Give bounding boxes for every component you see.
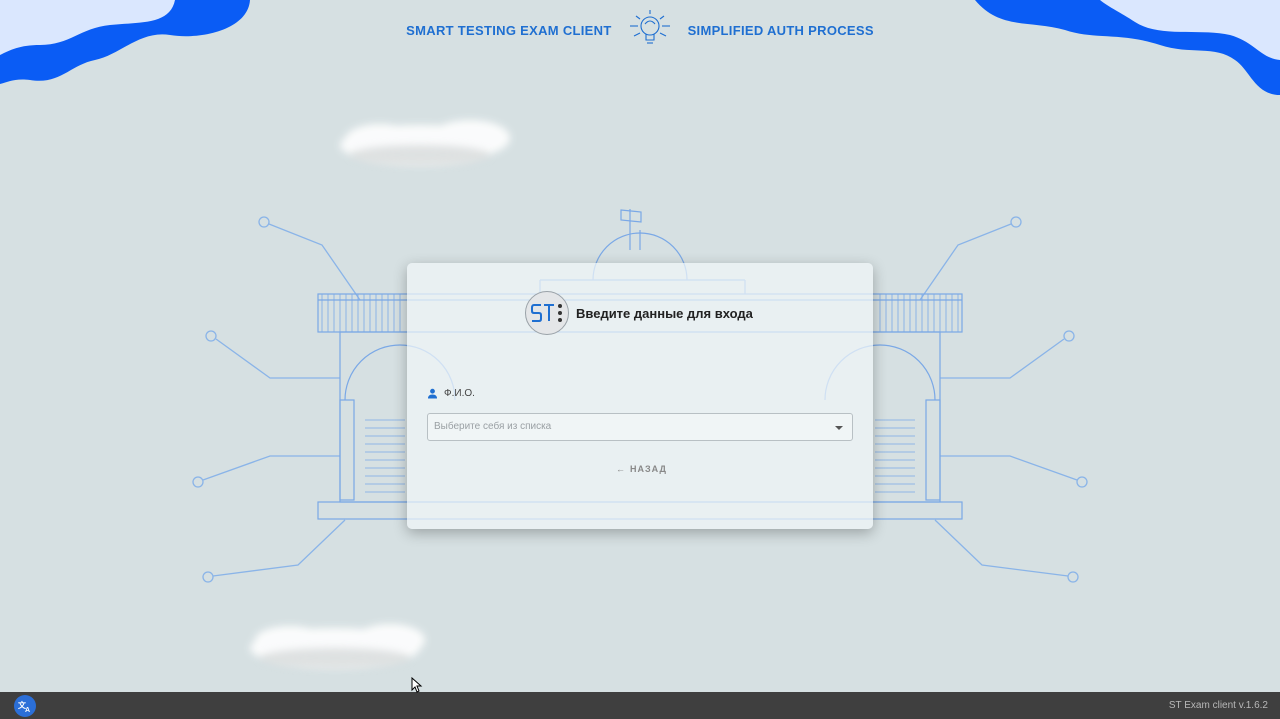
st-logo-icon [531, 304, 562, 322]
chevron-down-icon [835, 426, 843, 430]
translate-icon[interactable]: 文 A [14, 695, 36, 717]
arrow-left-icon: ← [616, 464, 626, 474]
header-subtitle: SIMPLIFIED AUTH PROCESS [687, 22, 874, 38]
header-app-name: SMART TESTING EXAM CLIENT [406, 22, 612, 38]
user-select-placeholder: Выберите себя из списка [434, 421, 552, 432]
mouse-cursor-icon [411, 677, 423, 693]
bottom-taskbar: 文 A ST Exam client v.1.6.2 [0, 692, 1280, 719]
svg-text:A: A [25, 707, 30, 713]
user-icon [428, 388, 437, 399]
login-card: Введите данные для входа Ф.И.О. Выберите… [407, 263, 873, 529]
app-version: ST Exam client v.1.6.2 [1168, 700, 1268, 711]
user-select-dropdown[interactable]: Выберите себя из списка [427, 413, 853, 441]
full-name-label: Ф.И.О. [427, 388, 475, 399]
back-button[interactable]: ← НАЗАД [616, 464, 667, 474]
lightbulb-brain-icon [629, 10, 670, 44]
back-button-label: НАЗАД [630, 464, 667, 474]
login-card-title: Введите данные для входа [576, 305, 753, 321]
login-card-header: Введите данные для входа [525, 290, 753, 336]
app-avatar-logo [525, 291, 569, 335]
full-name-label-text: Ф.И.О. [444, 388, 475, 399]
app-header: SMART TESTING EXAM CLIENT SIMPLIFIED AUT… [0, 8, 1280, 52]
